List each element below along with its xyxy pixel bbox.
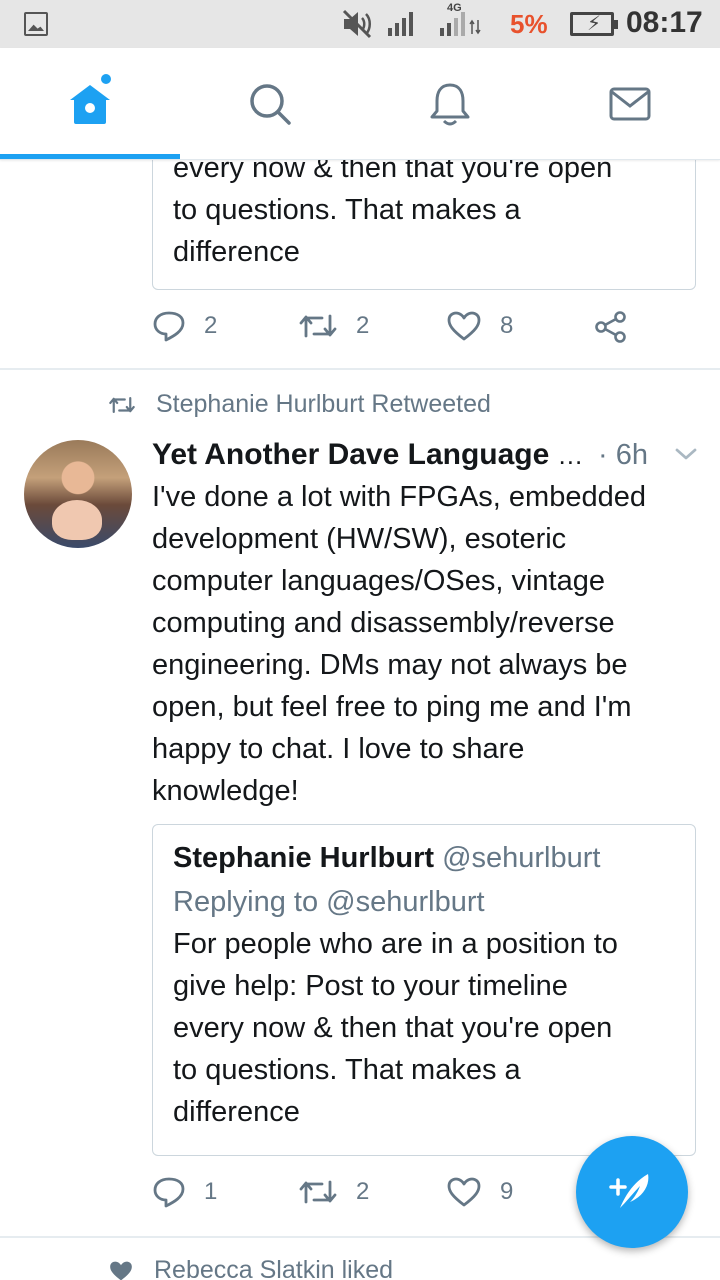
quoted-tweet-line: every now & then that you're open (173, 1012, 613, 1044)
tweet-timestamp[interactable]: · 6h (598, 439, 648, 472)
compose-quill-icon (609, 1174, 649, 1208)
retweet-icon (299, 314, 337, 338)
status-bar: 4G 5% ⚡ 08:17 (0, 0, 720, 48)
battery-percent: 5% (510, 9, 548, 39)
like-button[interactable]: 8 (446, 310, 513, 342)
retweet-context-label: Stephanie Hurlburt Retweeted (156, 390, 491, 418)
name-truncation: … (557, 439, 584, 470)
tab-search[interactable] (180, 48, 360, 160)
quoted-tweet-line: give help: Post to your timeline (173, 970, 568, 1002)
tweet-divider (0, 368, 720, 370)
replying-to: Replying to @sehurlburt (173, 886, 485, 918)
tweet-actions: 2 2 8 (152, 310, 652, 350)
tweet-line: knowledge! (152, 775, 299, 807)
tweet-line: computer languages/OSes, vintage (152, 565, 605, 597)
heart-icon (447, 1177, 481, 1207)
reply-icon (153, 311, 185, 342)
like-count: 9 (500, 1178, 514, 1205)
share-icon (595, 311, 626, 343)
quoted-tweet-line: to questions. That makes a (173, 194, 521, 226)
retweet-small-icon (109, 396, 135, 413)
bell-icon (430, 83, 470, 126)
new-content-dot (101, 74, 111, 84)
reply-count: 1 (204, 1178, 218, 1205)
retweet-button[interactable]: 2 (298, 310, 369, 342)
timeline-feed[interactable]: every now & then that you're open to que… (0, 160, 720, 1280)
retweet-count: 2 (356, 312, 370, 339)
like-button[interactable]: 9 (446, 1176, 513, 1208)
author-name[interactable]: Yet Another Dave Language (152, 438, 549, 472)
heart-icon (447, 311, 481, 341)
tweet-text: I've done a lot with FPGAs, embedded dev… (152, 476, 704, 812)
tab-home[interactable] (0, 48, 180, 160)
share-button[interactable] (594, 310, 628, 344)
battery-charging-icon: ⚡ (570, 12, 618, 36)
quoted-author-handle: @sehurlburt (442, 842, 601, 874)
reply-icon (153, 1177, 185, 1208)
search-icon (250, 84, 291, 125)
tweet-line: happy to chat. I love to share (152, 733, 525, 765)
quoted-tweet-line: to questions. That makes a (173, 1054, 521, 1086)
heart-filled-icon (110, 1261, 132, 1280)
retweet-button[interactable]: 2 (298, 1176, 369, 1208)
active-tab-indicator (0, 154, 180, 159)
tab-messages[interactable] (540, 48, 720, 160)
like-count: 8 (500, 312, 514, 339)
reply-button[interactable]: 2 (152, 310, 217, 342)
quoted-tweet-line: For people who are in a position to (173, 928, 618, 960)
tab-notifications[interactable] (360, 48, 540, 160)
quoted-tweet-line: difference (173, 1096, 300, 1128)
reply-count: 2 (204, 312, 218, 339)
like-context: Rebecca Slatkin liked (108, 1256, 393, 1280)
compose-tweet-button[interactable] (576, 1136, 688, 1248)
home-icon (70, 85, 110, 124)
quoted-author-name: Stephanie Hurlburt (173, 842, 435, 874)
mute-icon (342, 9, 372, 39)
clock: 08:17 (626, 6, 703, 39)
quoted-tweet-card[interactable]: Stephanie Hurlburt @sehurlburt Replying … (152, 824, 696, 1156)
avatar[interactable] (24, 440, 132, 548)
tweet-line: open, but feel free to ping me and I'm (152, 691, 632, 723)
tweet-line: computing and disassembly/reverse (152, 607, 615, 639)
tweet-line: engineering. DMs may not always be (152, 649, 628, 681)
quoted-author: Stephanie Hurlburt @sehurlburt (173, 837, 675, 879)
mail-icon (609, 87, 651, 121)
signal-icon-2 (440, 12, 481, 36)
retweet-context: Stephanie Hurlburt Retweeted (108, 390, 491, 419)
quoted-tweet-line: difference (173, 236, 300, 268)
quoted-tweet-line: every now & then that you're open (173, 160, 613, 184)
chevron-down-icon[interactable] (674, 446, 698, 462)
top-nav-bar (0, 48, 720, 160)
reply-button[interactable]: 1 (152, 1176, 217, 1208)
like-context-label: Rebecca Slatkin liked (154, 1256, 394, 1280)
retweet-count: 2 (356, 1178, 370, 1205)
retweet-icon (299, 1180, 337, 1204)
tweet-line: I've done a lot with FPGAs, embedded (152, 481, 646, 513)
tweet-line: development (HW/SW), esoteric (152, 523, 567, 555)
signal-icon-1 (388, 12, 413, 36)
quoted-tweet-card[interactable]: every now & then that you're open to que… (152, 160, 696, 290)
gallery-notification-icon (24, 12, 48, 36)
tweet-header: Yet Another Dave Language … · 6h (152, 434, 704, 476)
